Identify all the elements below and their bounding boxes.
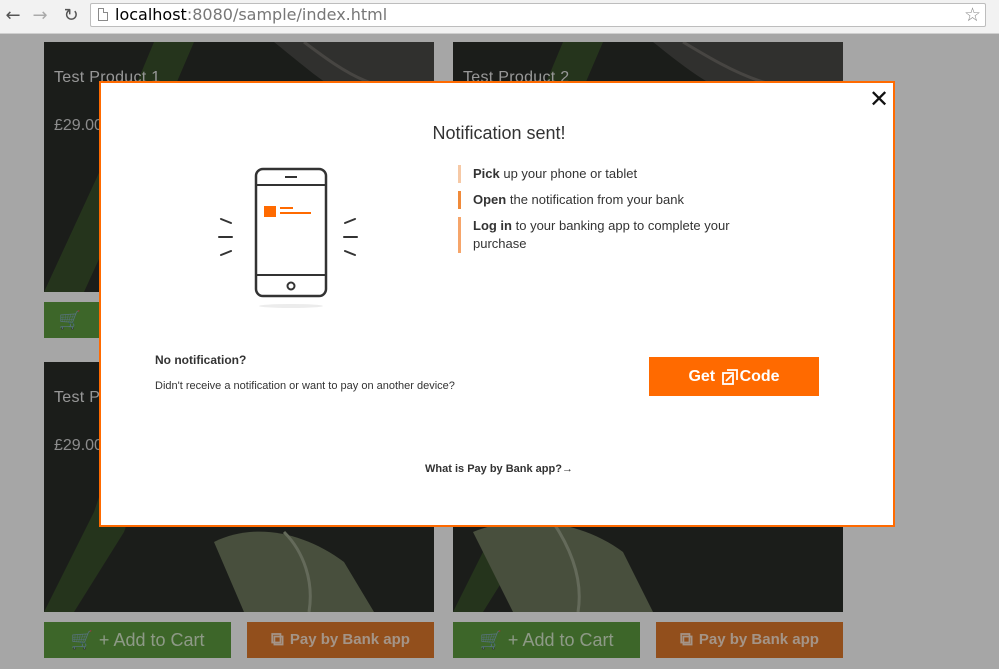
step-keyword: Pick (473, 166, 500, 181)
arrow-right-icon: → (561, 463, 573, 475)
close-icon[interactable]: ✕ (868, 87, 890, 111)
get-code-label: Get (688, 368, 716, 385)
get-code-label: Code (739, 368, 780, 385)
step-keyword: Log in (473, 218, 512, 233)
url-path: :8080/sample/index.html (186, 5, 388, 24)
forward-arrow-icon[interactable]: → (30, 6, 50, 26)
get-code-button[interactable]: Get Code (649, 357, 819, 396)
modal-title: Notification sent! (432, 123, 566, 143)
browser-toolbar: ← → ↻ localhost:8080/sample/index.html ☆ (0, 0, 999, 34)
what-is-link-text: What is Pay by Bank app? (425, 463, 562, 475)
step-text: up your phone or tablet (499, 166, 638, 181)
url-text[interactable]: localhost:8080/sample/index.html (115, 6, 387, 24)
no-notification-heading: No notification? (155, 353, 247, 367)
url-host: localhost (115, 5, 187, 24)
step-pick-up: Pick up your phone or tablet (458, 165, 758, 183)
instruction-steps: Pick up your phone or tablet Open the no… (458, 165, 758, 261)
address-bar[interactable]: localhost:8080/sample/index.html ☆ (90, 3, 986, 27)
pay-by-bank-icon (721, 368, 738, 385)
what-is-pay-by-bank-link[interactable]: What is Pay by Bank app?→ (101, 463, 897, 475)
phone-icon (218, 167, 358, 308)
reload-icon[interactable]: ↻ (61, 6, 81, 26)
notification-modal: ✕ Notification sent! Pick up your phone … (99, 81, 895, 527)
bookmark-star-icon[interactable]: ☆ (964, 4, 981, 26)
step-log-in: Log in to your banking app to complete y… (458, 217, 733, 253)
step-open: Open the notification from your bank (458, 191, 758, 209)
step-keyword: Open (473, 192, 507, 207)
page-icon (98, 8, 108, 21)
no-notification-text: Didn't receive a notification or want to… (155, 380, 455, 392)
back-arrow-icon[interactable]: ← (3, 6, 23, 26)
step-text: to your banking app to complete your pur… (473, 218, 730, 251)
step-text: the notification from your bank (506, 192, 684, 207)
